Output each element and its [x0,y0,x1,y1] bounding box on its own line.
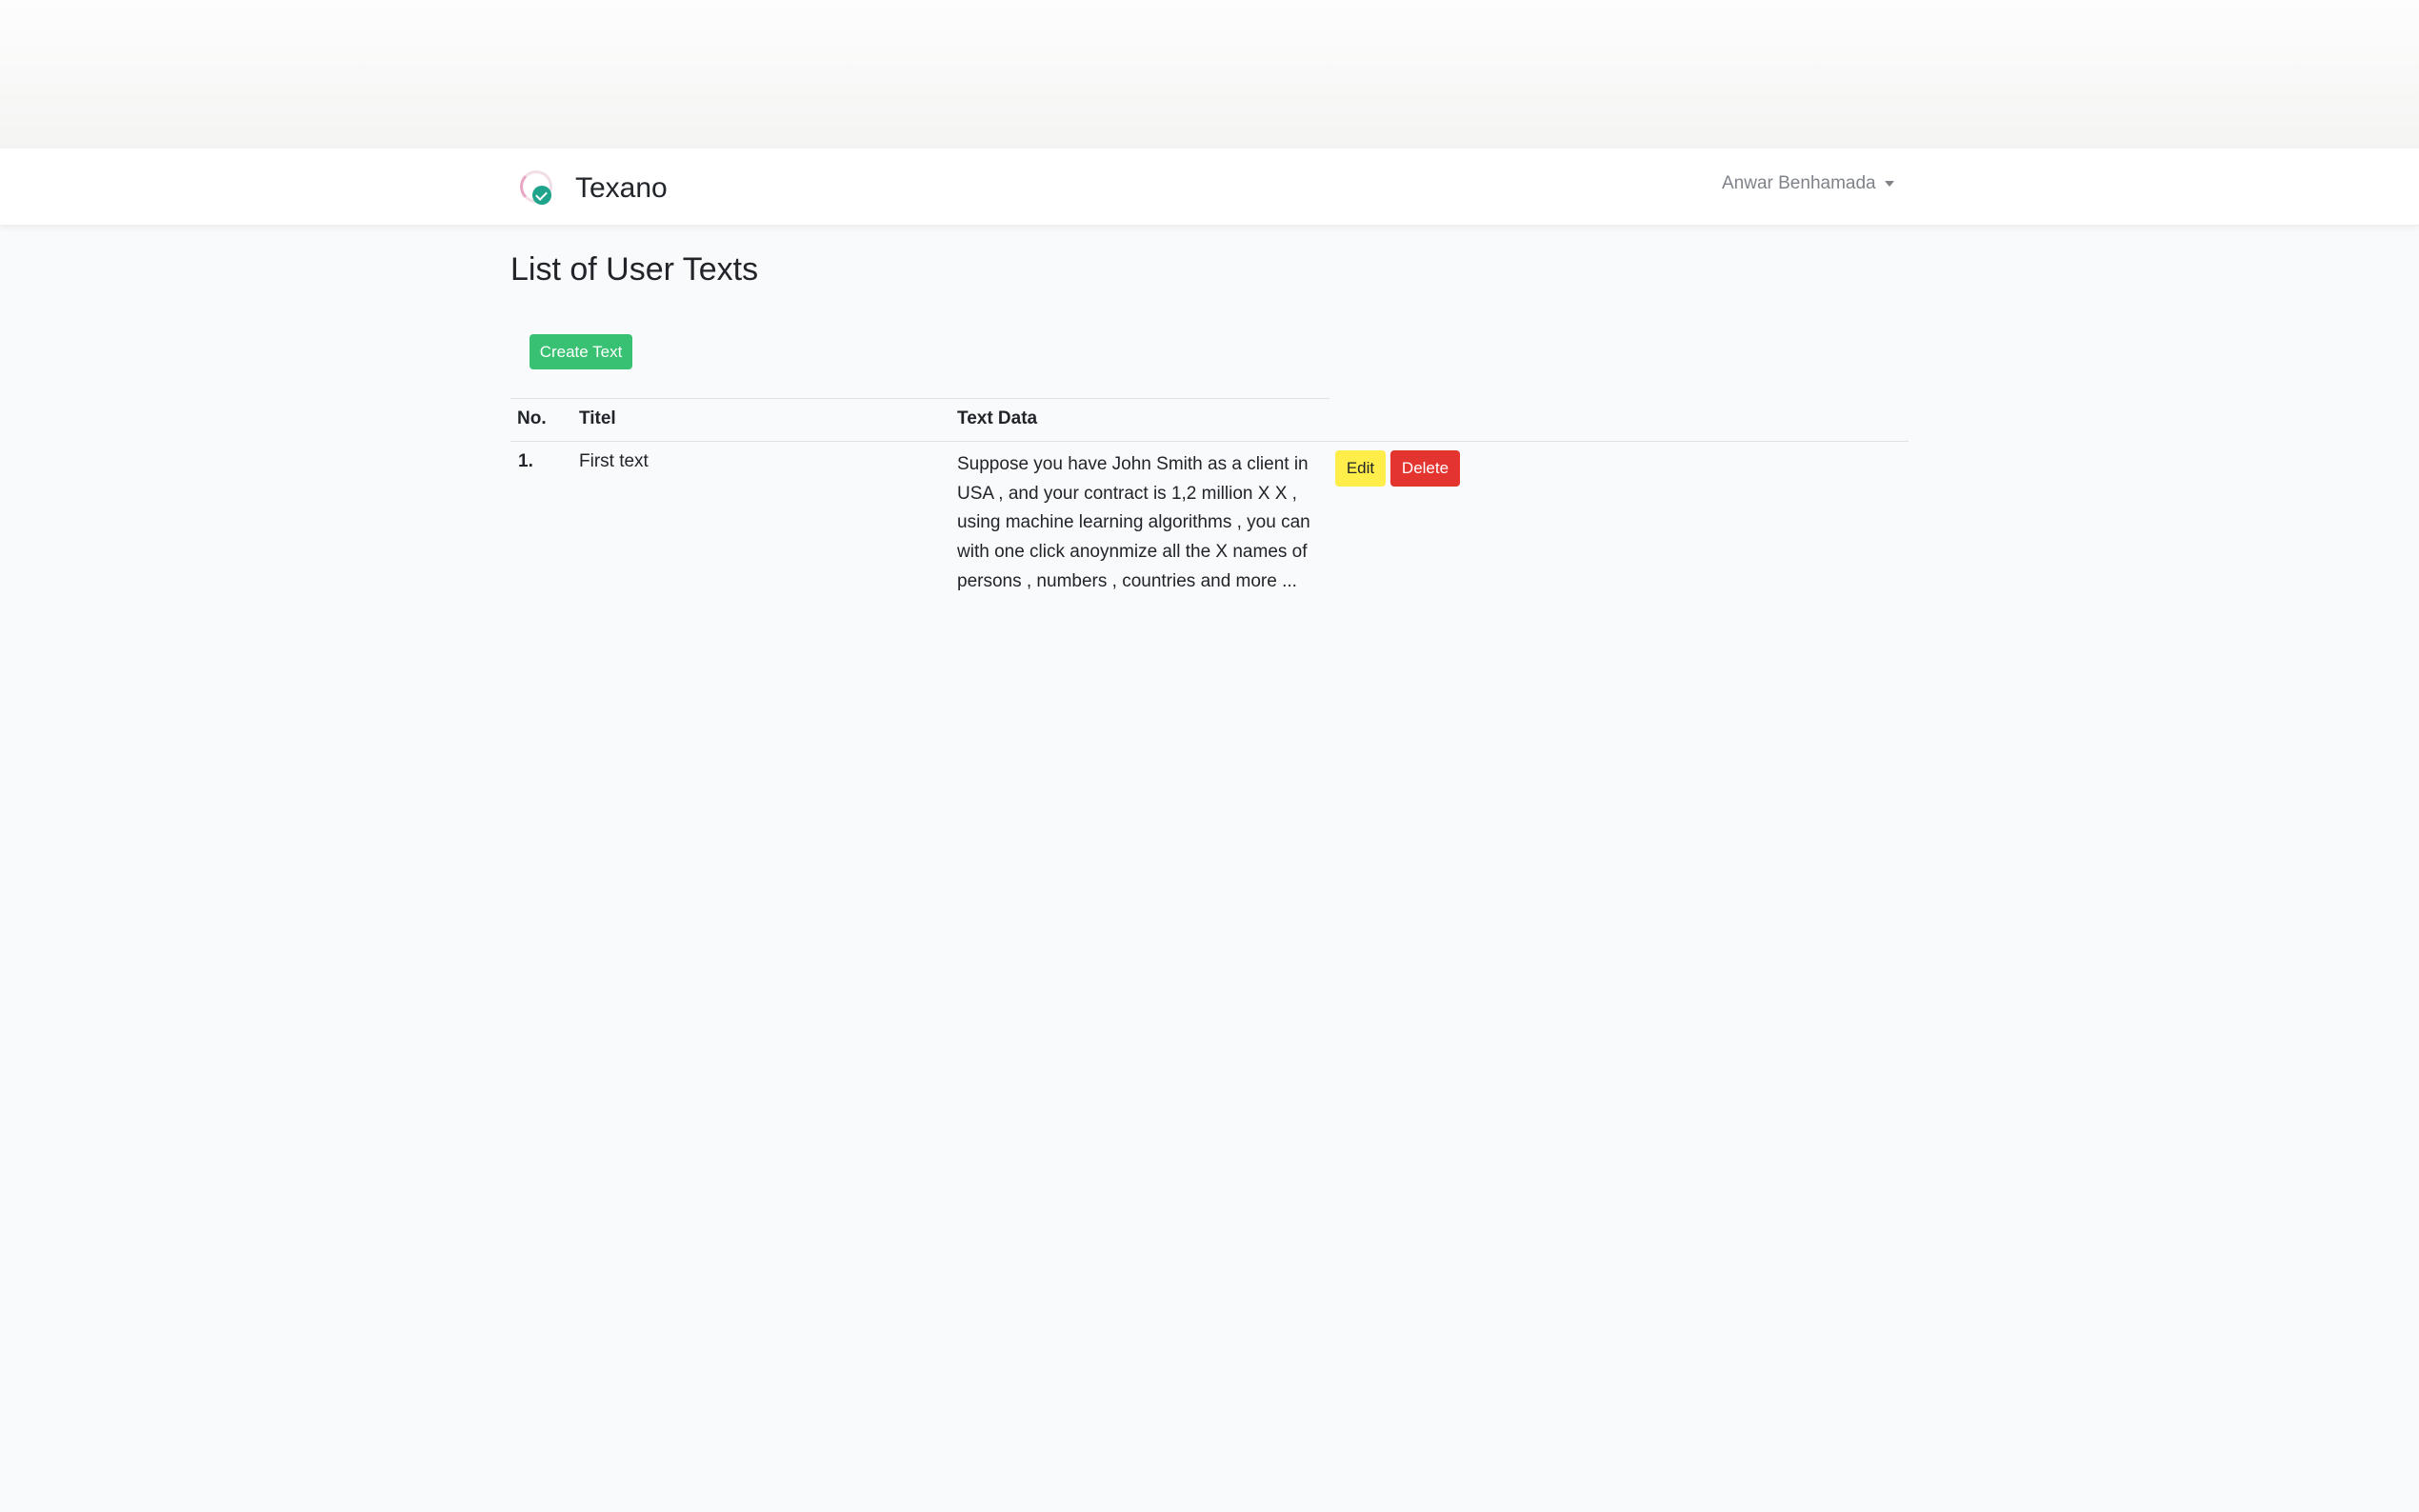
user-name: Anwar Benhamada [1722,173,1876,193]
table-top-border [510,398,1329,399]
navbar: Texano Anwar Benhamada [0,149,2419,226]
texano-logo-icon [518,169,558,209]
check-icon [532,186,551,205]
column-header-text-data: Text Data [957,408,1038,428]
column-header-title: Titel [579,408,616,428]
row-number: 1. [518,451,533,471]
user-dropdown[interactable]: Anwar Benhamada [1722,173,1894,194]
create-text-button[interactable]: Create Text [530,334,632,369]
delete-button[interactable]: Delete [1390,450,1460,487]
row-text-data: Suppose you have John Smith as a client … [957,454,1310,591]
brand-link[interactable]: Texano [518,169,668,208]
column-header-number: No. [517,408,547,428]
page-title: List of User Texts [510,251,759,288]
table-header-border [510,441,1909,442]
caret-down-icon [1884,181,1894,187]
brand-name: Texano [575,172,668,204]
top-banner [0,0,2419,149]
edit-button[interactable]: Edit [1335,450,1386,487]
row-title: First text [579,451,649,471]
